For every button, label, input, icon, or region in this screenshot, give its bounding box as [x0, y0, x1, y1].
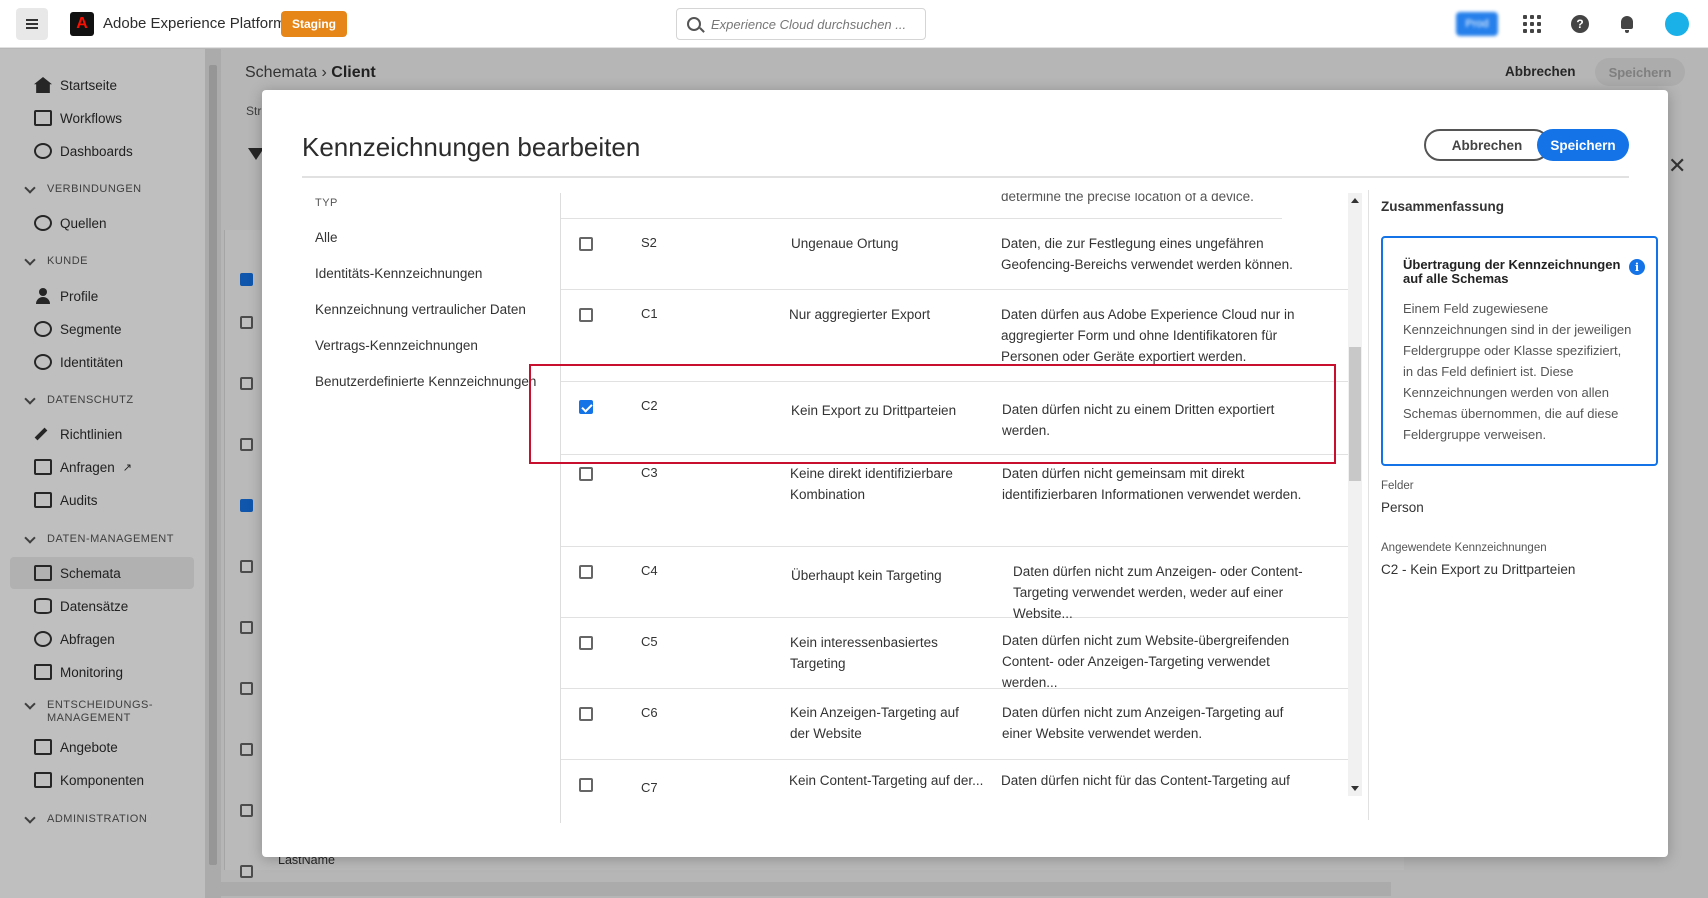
- label-description: Daten dürfen aus Adobe Experience Cloud …: [1001, 307, 1295, 364]
- label-checkbox[interactable]: [579, 308, 593, 322]
- label-name: Kein interessenbasiertes Targeting: [790, 635, 938, 671]
- table-row[interactable]: C5 Kein interessenbasiertes Targeting Da…: [561, 618, 1348, 690]
- label-checkbox[interactable]: [579, 565, 593, 579]
- hamburger-menu-icon[interactable]: [16, 8, 48, 40]
- label-code: C7: [641, 780, 658, 795]
- info-body: Einem Feld zugewiesene Kennzeichnungen s…: [1403, 301, 1632, 442]
- fields-label: Felder: [1381, 480, 1414, 492]
- scroll-down-icon[interactable]: [1351, 786, 1359, 791]
- labels-table-viewport: determine the precise location of a devi…: [561, 193, 1348, 796]
- label-description: Daten dürfen nicht gemeinsam mit direkt …: [1002, 466, 1302, 502]
- label-checkbox[interactable]: [579, 467, 593, 481]
- label-code: C1: [641, 306, 658, 321]
- label-checkbox[interactable]: [579, 636, 593, 650]
- search-icon: [687, 17, 701, 31]
- scrollbar-thumb[interactable]: [1349, 347, 1361, 481]
- summary-divider: [1368, 190, 1369, 820]
- label-description: Daten, die zur Festlegung eines ungefähr…: [1001, 236, 1293, 272]
- label-code: C4: [641, 563, 658, 578]
- table-row[interactable]: C6 Kein Anzeigen-Targeting auf der Websi…: [561, 689, 1348, 760]
- type-filter-custom[interactable]: Benutzerdefinierte Kennzeichnungen: [315, 374, 536, 389]
- label-description: Daten dürfen nicht zum Website-übergreif…: [1002, 633, 1290, 690]
- label-description: Daten dürfen nicht zum Anzeigen- oder Co…: [1013, 564, 1303, 621]
- label-checkbox[interactable]: [579, 237, 593, 251]
- search-placeholder: Experience Cloud durchsuchen ...: [711, 16, 907, 32]
- type-heading: TYP: [315, 197, 338, 209]
- highlight-box: [529, 364, 1336, 464]
- label-description: Daten dürfen nicht zum Anzeigen-Targetin…: [1002, 705, 1284, 741]
- label-code: C3: [641, 465, 658, 480]
- label-name: Kein Content-Targeting auf der...: [789, 773, 984, 788]
- label-name: Keine direkt identifizierbare Kombinatio…: [790, 466, 953, 502]
- label-code: S2: [641, 235, 657, 250]
- adobe-logo-icon[interactable]: A: [70, 12, 94, 36]
- table-scrollbar[interactable]: [1348, 193, 1362, 796]
- label-description: Daten dürfen nicht für das Content-Targe…: [1001, 773, 1290, 796]
- top-bar: A Adobe Experience Platform Staging Expe…: [0, 0, 1708, 48]
- table-row: determine the precise location of a devi…: [561, 193, 1282, 219]
- org-switcher[interactable]: Prod: [1456, 12, 1498, 36]
- help-icon[interactable]: ?: [1571, 15, 1589, 33]
- labels-table: determine the precise location of a devi…: [560, 193, 1348, 823]
- scroll-up-icon[interactable]: [1351, 198, 1359, 203]
- table-row[interactable]: C4 Überhaupt kein Targeting Daten dürfen…: [561, 547, 1348, 621]
- app-switcher-icon[interactable]: [1523, 15, 1541, 33]
- label-name: Kein Anzeigen-Targeting auf der Website: [790, 705, 959, 741]
- save-button[interactable]: Speichern: [1537, 129, 1629, 161]
- app-title[interactable]: Adobe Experience Platform: [103, 15, 286, 32]
- avatar[interactable]: [1665, 12, 1689, 36]
- table-row[interactable]: S2 Ungenaue Ortung Daten, die zur Festle…: [561, 219, 1348, 290]
- fields-value: Person: [1381, 500, 1424, 515]
- label-name: Überhaupt kein Targeting: [791, 568, 942, 583]
- table-row[interactable]: C7 Kein Content-Targeting auf der... Dat…: [561, 760, 1348, 796]
- type-filter-contract[interactable]: Vertrags-Kennzeichnungen: [315, 338, 478, 353]
- environment-badge[interactable]: Staging: [281, 11, 347, 37]
- type-filter-identity[interactable]: Identitäts-Kennzeichnungen: [315, 266, 482, 281]
- row-description-partial: determine the precise location of a devi…: [1001, 193, 1254, 204]
- table-row[interactable]: C3 Keine direkt identifizierbare Kombina…: [561, 455, 1348, 547]
- notifications-icon[interactable]: [1618, 14, 1636, 34]
- label-code: C6: [641, 705, 658, 720]
- cancel-button[interactable]: Abbrechen: [1424, 129, 1550, 161]
- label-checkbox[interactable]: [579, 707, 593, 721]
- divider: [302, 176, 1629, 178]
- inheritance-info-box: Übertragung der Kennzeichnungen auf alle…: [1381, 236, 1658, 466]
- search-input[interactable]: Experience Cloud durchsuchen ...: [676, 8, 926, 40]
- summary-title: Zusammenfassung: [1381, 199, 1505, 214]
- applied-labels-value: C2 - Kein Export zu Drittparteien: [1381, 562, 1576, 577]
- type-filter-sensitive[interactable]: Kennzeichnung vertraulicher Daten: [315, 302, 526, 317]
- info-icon: i: [1629, 259, 1645, 275]
- label-checkbox[interactable]: [579, 778, 593, 792]
- label-name: Ungenaue Ortung: [791, 236, 899, 251]
- dialog-title: Kennzeichnungen bearbeiten: [302, 132, 641, 162]
- info-title: Übertragung der Kennzeichnungen auf alle…: [1403, 257, 1621, 286]
- applied-labels-label: Angewendete Kennzeichnungen: [1381, 542, 1547, 554]
- label-code: C5: [641, 634, 658, 649]
- label-name: Nur aggregierter Export: [789, 307, 931, 322]
- type-filter-all[interactable]: Alle: [315, 230, 338, 245]
